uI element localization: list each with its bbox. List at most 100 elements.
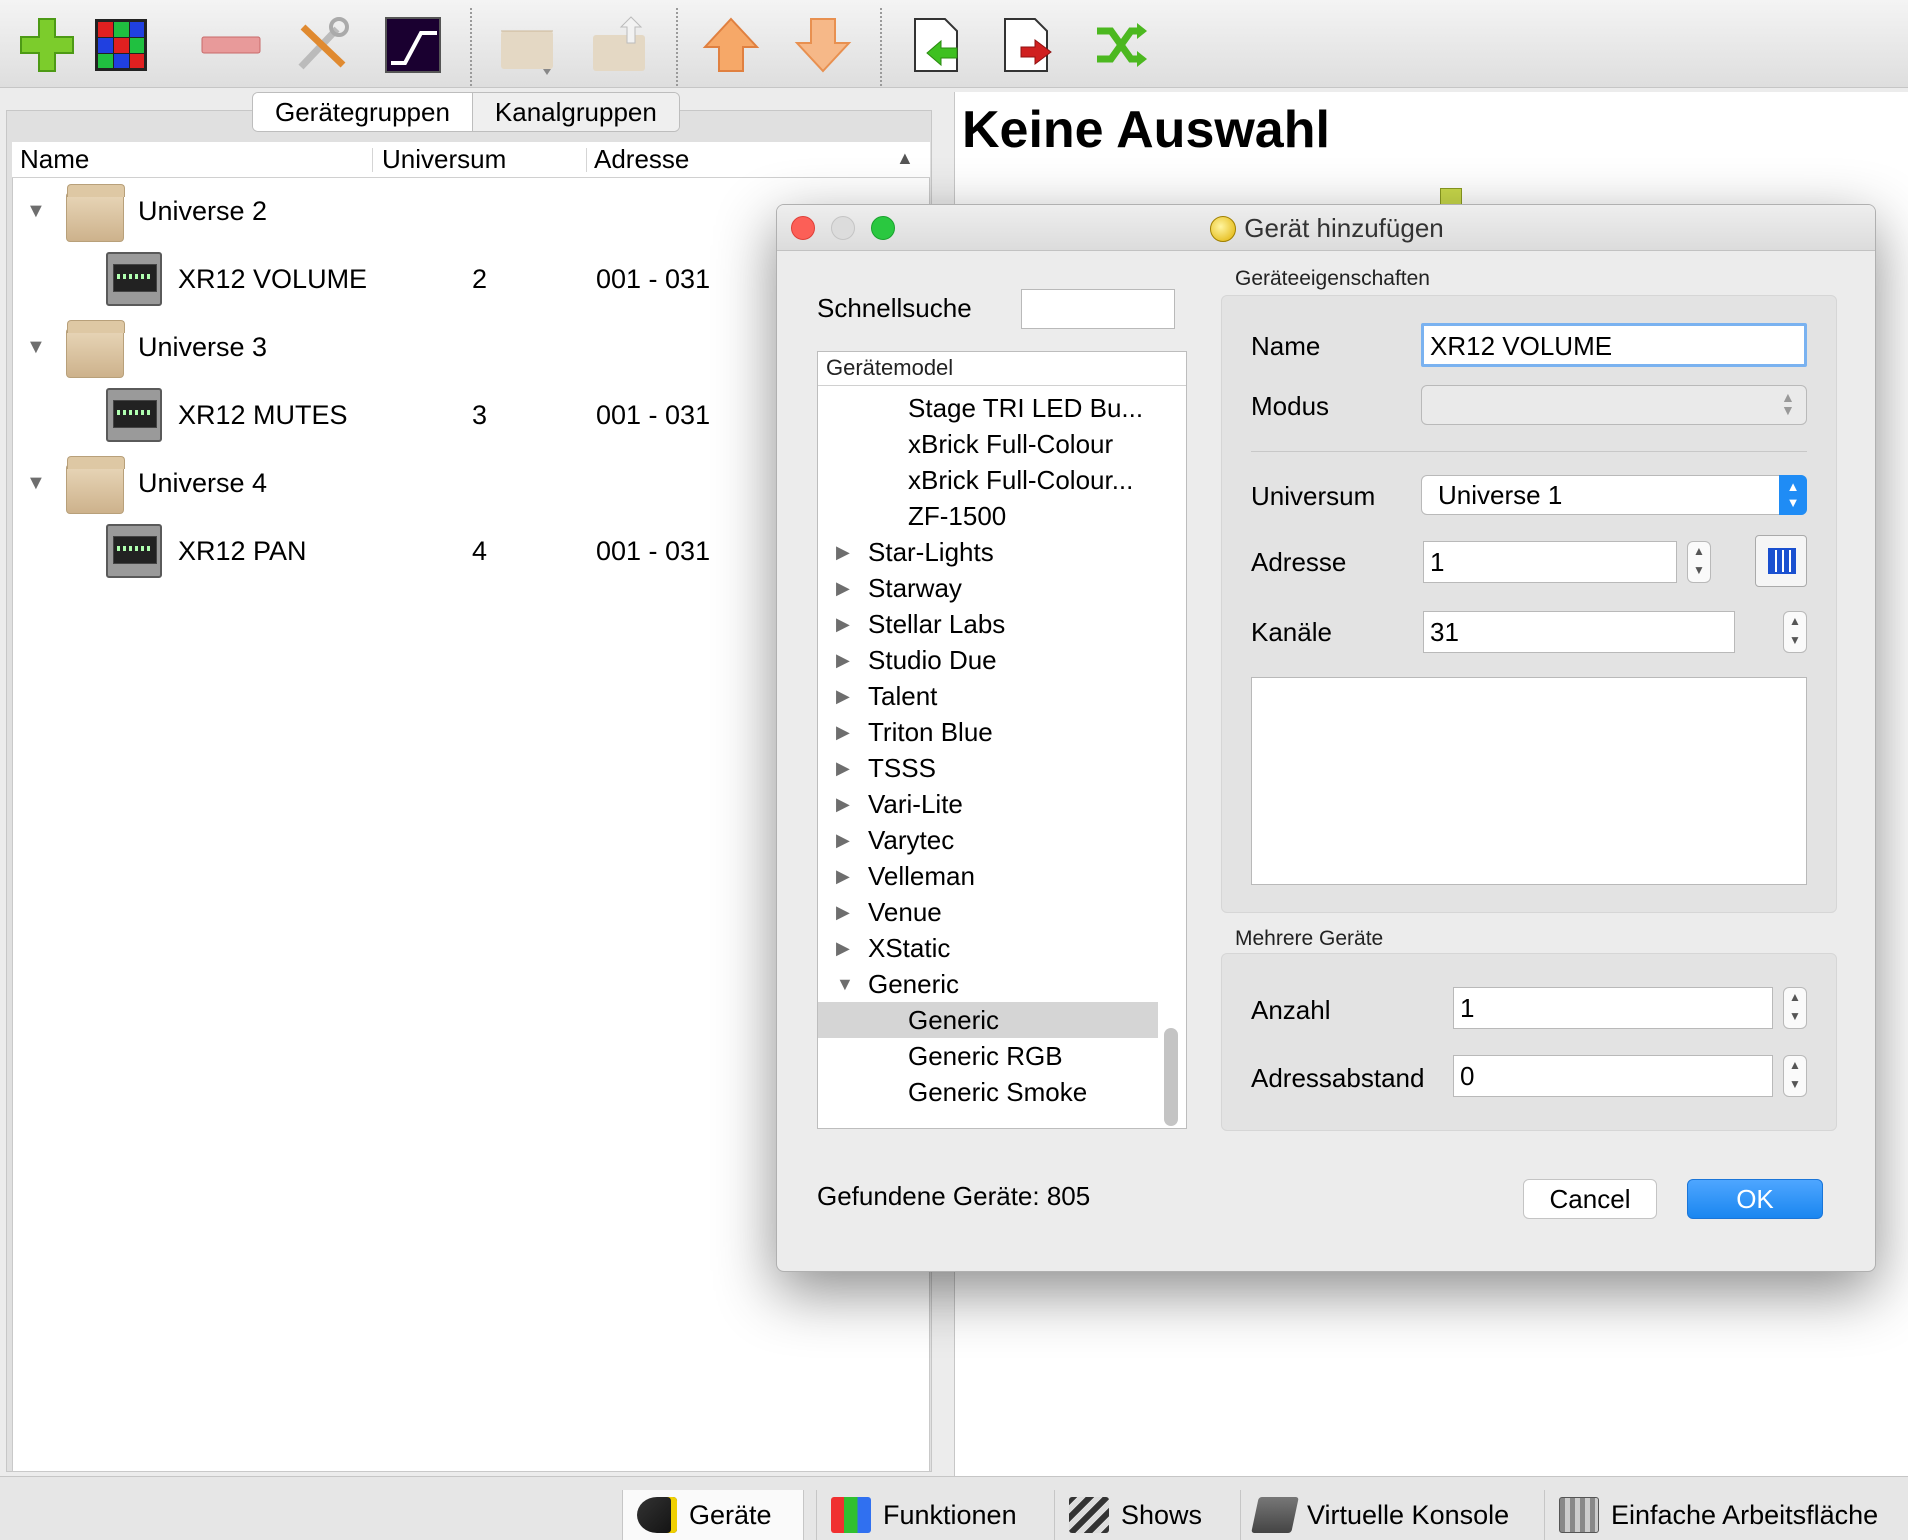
universum-select[interactable]: Universe 1 (1421, 475, 1807, 515)
move-down-icon[interactable] (790, 12, 856, 78)
adresse-input[interactable]: 1 (1423, 541, 1677, 583)
expand-arrow-icon[interactable]: ▶ (836, 750, 850, 786)
universum-label: Universum (1251, 481, 1376, 511)
add-fixture-icon[interactable] (14, 12, 80, 78)
list-item[interactable]: ▶ Triton Blue (818, 714, 1158, 750)
kanaele-input[interactable]: 31 (1423, 611, 1735, 653)
kanaele-stepper[interactable]: ▲ ▼ (1783, 611, 1807, 653)
select-chevrons-icon[interactable]: ▲ ▼ (1779, 475, 1807, 515)
list-item[interactable]: ▶ Star-Lights (818, 534, 1158, 570)
modus-select[interactable] (1421, 385, 1807, 425)
list-item[interactable]: ▶ Velleman (818, 858, 1158, 894)
list-item[interactable]: ▶ Studio Due (818, 642, 1158, 678)
name-input[interactable]: XR12 VOLUME (1421, 323, 1807, 367)
list-item[interactable]: ▶ XStatic (818, 930, 1158, 966)
abstand-stepper[interactable]: ▲ ▼ (1783, 1055, 1807, 1097)
tab-virtuelle-konsole[interactable]: Virtuelle Konsole (1240, 1490, 1530, 1540)
clapperboard-icon (1069, 1497, 1109, 1533)
abstand-input[interactable]: 0 (1453, 1055, 1773, 1097)
name-label: Name (1251, 331, 1321, 361)
expand-arrow-icon[interactable]: ▶ (836, 642, 850, 678)
dip-switch-button[interactable] (1755, 535, 1807, 587)
expand-arrow-icon[interactable]: ▶ (836, 858, 850, 894)
expand-arrow-icon[interactable]: ▶ (836, 930, 850, 966)
list-item[interactable]: ▼ Generic (818, 966, 1158, 1002)
list-item[interactable]: ZF-1500 (818, 498, 1158, 534)
list-item[interactable]: ▶ Starway (818, 570, 1158, 606)
list-item[interactable]: Stage TRI LED Bu... (818, 390, 1158, 426)
expand-arrow-icon[interactable]: ▶ (836, 570, 850, 606)
tab-geraetegruppen[interactable]: Gerätegruppen (253, 93, 472, 131)
anzahl-input[interactable]: 1 (1453, 987, 1773, 1029)
search-label: Schnellsuche (817, 293, 972, 323)
expand-arrow-icon[interactable]: ▶ (836, 714, 850, 750)
universe-folder-icon (66, 456, 125, 514)
export-icon[interactable] (996, 12, 1062, 78)
add-fixture-dialog: Gerät hinzufügen Schnellsuche Gerätemode… (776, 204, 1876, 1272)
list-item[interactable]: xBrick Full-Colour (818, 426, 1158, 462)
expand-arrow-icon[interactable]: ▶ (836, 606, 850, 642)
cancel-button[interactable]: Cancel (1523, 1179, 1657, 1219)
tab-label: Virtuelle Konsole (1307, 1499, 1510, 1530)
multi-devices-group (1221, 953, 1837, 1131)
list-item[interactable]: ▶ Stellar Labs (818, 606, 1158, 642)
column-name[interactable]: Name (20, 144, 89, 175)
expand-arrow-icon[interactable]: ▶ (836, 894, 850, 930)
import-icon[interactable] (904, 12, 970, 78)
simple-desk-icon (1559, 1497, 1599, 1533)
list-item-selected[interactable]: Generic (818, 1002, 1158, 1038)
expand-arrow-icon[interactable]: ▶ (836, 786, 850, 822)
channel-modifier-icon[interactable] (380, 12, 446, 78)
tab-shows[interactable]: Shows (1054, 1490, 1228, 1540)
list-item[interactable]: ▶ Varytec (818, 822, 1158, 858)
list-header: Gerätemodel (818, 352, 1186, 386)
universe-folder-icon (66, 320, 125, 378)
fixture-device-icon (106, 388, 162, 442)
fixture-model-list[interactable]: Gerätemodel Stage TRI LED Bu... xBrick F… (817, 351, 1187, 1129)
tab-einfache-arbeitsflaeche[interactable]: Einfache Arbeitsfläche (1544, 1490, 1908, 1540)
sort-ascending-icon[interactable]: ▲ (896, 148, 914, 169)
expand-arrow-icon[interactable]: ▼ (26, 336, 46, 359)
tab-funktionen[interactable]: Funktionen (816, 1490, 1042, 1540)
expand-arrow-icon[interactable]: ▼ (26, 472, 46, 495)
tree-header: Name Universum Adresse ▲ (12, 142, 930, 178)
device-universe: 3 (472, 400, 488, 430)
list-item[interactable]: ▶ Talent (818, 678, 1158, 714)
column-adresse[interactable]: Adresse (594, 144, 689, 175)
list-item[interactable]: ▶ Vari-Lite (818, 786, 1158, 822)
list-scrollbar[interactable] (1164, 1028, 1178, 1126)
list-item[interactable]: xBrick Full-Colour... (818, 462, 1158, 498)
function-cubes-icon (831, 1497, 871, 1533)
dialog-titlebar: Gerät hinzufügen (777, 205, 1875, 251)
remap-icon[interactable] (1088, 12, 1154, 78)
list-item[interactable]: Generic Smoke (818, 1074, 1158, 1110)
fixture-device-icon (106, 252, 162, 306)
ok-button[interactable]: OK (1687, 1179, 1823, 1219)
list-item[interactable]: Generic RGB (818, 1038, 1158, 1074)
expand-arrow-icon[interactable]: ▼ (26, 200, 46, 223)
anzahl-stepper[interactable]: ▲ ▼ (1783, 987, 1807, 1029)
expand-arrow-icon[interactable]: ▶ (836, 678, 850, 714)
expand-arrow-icon[interactable]: ▶ (836, 822, 850, 858)
adresse-stepper[interactable]: ▲ ▼ (1687, 541, 1711, 583)
group-tabs: Gerätegruppen Kanalgruppen (252, 92, 680, 132)
tab-kanalgruppen[interactable]: Kanalgruppen (471, 93, 679, 131)
device-universe: 4 (472, 536, 488, 566)
expand-arrow-icon[interactable]: ▶ (836, 534, 850, 570)
move-up-icon[interactable] (698, 12, 764, 78)
dialog-title-wrap: Gerät hinzufügen (777, 205, 1875, 251)
search-input[interactable] (1021, 289, 1175, 329)
select-chevrons-icon: ▲ ▼ (1781, 389, 1795, 418)
channel-list-area[interactable] (1251, 677, 1807, 885)
rgb-matrix-icon[interactable] (88, 12, 154, 78)
app-logo-icon (1210, 216, 1237, 242)
remove-fixture-icon[interactable] (198, 12, 264, 78)
list-item[interactable]: ▶ TSSS (818, 750, 1158, 786)
properties-tools-icon[interactable] (290, 12, 356, 78)
collapse-arrow-icon[interactable]: ▼ (836, 966, 854, 1002)
tab-geraete[interactable]: Geräte (622, 1490, 804, 1540)
device-name: XR12 MUTES (178, 400, 348, 430)
column-universum[interactable]: Universum (382, 144, 506, 175)
list-item[interactable]: ▶ Venue (818, 894, 1158, 930)
divider (1251, 451, 1807, 452)
